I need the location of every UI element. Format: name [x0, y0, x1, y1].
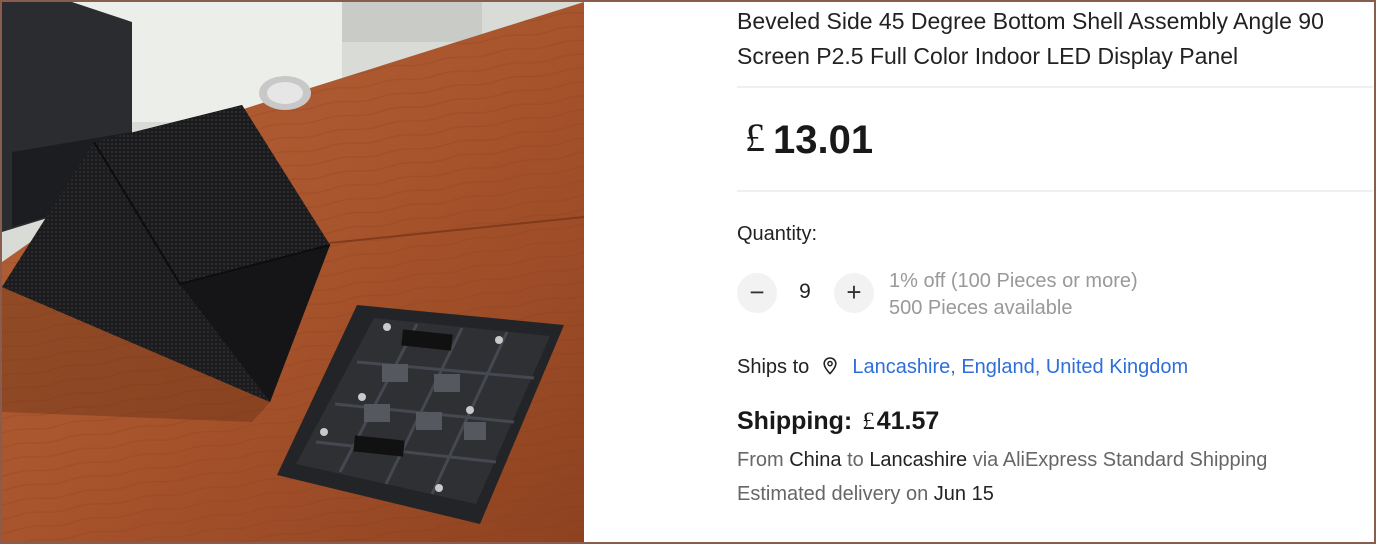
delivery-label: Estimated delivery on — [737, 483, 929, 505]
stock-available-text: 500 Pieces available — [889, 297, 1073, 319]
route-from-label: From — [737, 449, 784, 471]
plus-icon: + — [846, 277, 862, 307]
divider — [737, 190, 1373, 192]
estimated-delivery: Estimated delivery on Jun 15 — [737, 483, 994, 506]
quantity-label: Quantity: — [737, 223, 818, 245]
ship-destination-link[interactable]: Lancashire, England, United Kingdom — [852, 356, 1188, 378]
delivery-date: Jun 15 — [933, 483, 994, 505]
ships-to-label: Ships to — [737, 356, 810, 378]
quantity-decrement-button[interactable]: − — [737, 273, 777, 313]
product-title-line-2: Screen P2.5 Full Color Indoor LED Displa… — [737, 43, 1239, 69]
route-destination: Lancashire — [869, 449, 968, 471]
price: £13.01 — [745, 114, 873, 163]
minus-icon: − — [749, 277, 765, 307]
quantity-increment-button[interactable]: + — [834, 273, 874, 313]
bulk-discount-text: 1% off (100 Pieces or more) — [889, 270, 1138, 292]
shipping-cost-label: Shipping: — [737, 407, 853, 435]
shipping-cost: Shipping: £41.57 — [737, 407, 939, 436]
product-title-line-1: Beveled Side 45 Degree Bottom Shell Asse… — [737, 8, 1324, 34]
price-currency: £ — [745, 115, 765, 160]
route-to-label: to — [847, 449, 864, 471]
ships-to-row: Ships to Lancashire, England, United Kin… — [737, 356, 1188, 381]
divider — [737, 86, 1373, 88]
quantity-info: 1% off (100 Pieces or more) 500 Pieces a… — [889, 268, 1138, 322]
quantity-input[interactable]: 9 — [785, 280, 825, 304]
shipping-amount: 41.57 — [876, 407, 940, 435]
location-pin-icon — [823, 357, 837, 381]
route-origin: China — [789, 449, 842, 471]
price-amount: 13.01 — [773, 118, 874, 162]
shipping-currency: £ — [862, 408, 875, 435]
route-carrier: via AliExpress Standard Shipping — [972, 449, 1268, 471]
product-image[interactable] — [2, 2, 584, 542]
shipping-route: From China to Lancashire via AliExpress … — [737, 449, 1267, 472]
product-title: Beveled Side 45 Degree Bottom Shell Asse… — [737, 4, 1376, 74]
